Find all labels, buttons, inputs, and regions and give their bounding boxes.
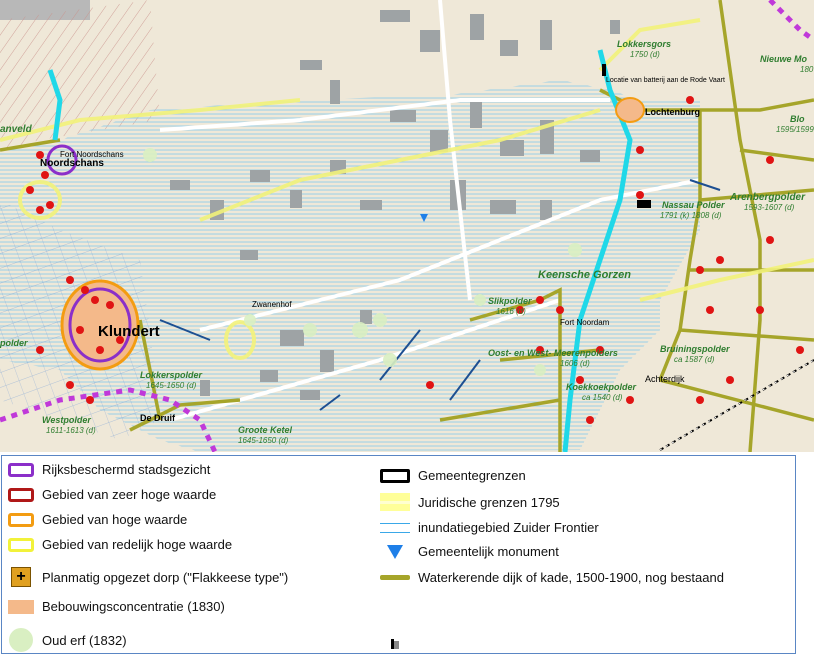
legend-item-stadsgezicht: Rijksbeschermd stadsgezicht — [8, 462, 210, 477]
map-panel[interactable]: Klundert Noordschans Fort Noordschans an… — [0, 0, 814, 452]
legend-item-gemeentelijk-monument: Gemeentelijk monument — [380, 544, 559, 559]
label-lokkersgors: Lokkersgors — [617, 39, 671, 49]
label-klundert: Klundert — [98, 323, 160, 340]
legend-label: Waterkerende dijk of kade, 1500-1900, no… — [418, 570, 724, 585]
label-slikpolder-year: 1616 (d) — [496, 307, 526, 316]
legend-label: Gebied van hoge waarde — [42, 512, 188, 527]
label-battery: Locatie van batterij aan de Rode Vaart — [606, 77, 725, 84]
legend-item-zeer-hoge-waarde: Gebied van zeer hoge waarde — [8, 487, 216, 502]
label-blo-year: 1595/1599 — [776, 125, 814, 134]
legend-label: inundatiegebied Zuider Frontier — [418, 520, 599, 535]
triangle-down-glyph — [387, 544, 403, 559]
legend-swatch-gemeentegrenzen — [380, 468, 410, 483]
legend-label: Gebied van zeer hoge waarde — [42, 487, 217, 502]
label-lokkerspolder: Lokkerspolder — [140, 370, 203, 380]
legend-label: Juridische grenzen 1795 — [418, 494, 560, 510]
label-slikpolder: Slikpolder — [488, 296, 532, 306]
legend-swatch-inundatiegebied — [380, 522, 410, 533]
label-nieuwe-mo: Nieuwe Mo — [760, 54, 808, 64]
legend-swatch-bebouwing — [8, 599, 34, 614]
legend-swatch-hoge-waarde — [8, 512, 34, 527]
legend-swatch-stadsgezicht — [8, 462, 34, 477]
map-canvas[interactable]: Klundert Noordschans Fort Noordschans an… — [0, 0, 814, 452]
label-arenbergpolder: Arenbergpolder — [729, 192, 806, 203]
legend-label: Oud erf (1832) — [42, 632, 127, 648]
legend-swatch-waterkerende-dijk — [380, 575, 410, 580]
cross-icon: + — [11, 567, 31, 587]
legend-item-oud-erf: Oud erf (1832) — [8, 628, 127, 652]
label-polder: polder — [0, 338, 28, 348]
legend-swatch-zeer-hoge-waarde — [8, 487, 34, 502]
label-noordschans: Noordschans — [40, 158, 104, 169]
label-oost-west-year: 1606 (d) — [560, 359, 590, 368]
legend-item-hoge-waarde: Gebied van hoge waarde — [8, 512, 187, 527]
legend-item-redelijk-hoge-waarde: Gebied van redelijk hoge waarde — [8, 537, 232, 552]
label-bruiningspolder-year: ca 1587 (d) — [674, 355, 715, 364]
legend-swatch-oud-erf — [9, 628, 33, 652]
legend-item-planmatig-dorp: + Planmatig opgezet dorp ("Flakkeese typ… — [8, 567, 288, 587]
label-keensche-gorzen: Keensche Gorzen — [538, 269, 631, 281]
label-groote-ketel-year: 1645-1650 (d) — [238, 436, 289, 445]
label-nassau-polder: Nassau Polder — [662, 200, 725, 210]
legend-item-juridische-grenzen: Juridische grenzen 1795 — [380, 493, 560, 511]
triangle-down-icon — [380, 544, 410, 559]
label-fort-noordam: Fort Noordam — [560, 318, 610, 327]
label-koekkoekpolder: Koekkoekpolder — [566, 382, 637, 392]
label-de-druif: De Druif — [140, 413, 176, 423]
legend-swatch-inner — [380, 500, 410, 504]
legend-label: Rijksbeschermd stadsgezicht — [42, 462, 211, 477]
tower-icon — [391, 639, 399, 649]
label-westpolder-year: 1611-1613 (d) — [46, 426, 96, 435]
label-lokkersgors-year: 1750 (d) — [630, 50, 660, 59]
legend-label: Gebied van redelijk hoge waarde — [42, 537, 233, 552]
legend-label: Gemeentegrenzen — [418, 468, 526, 483]
battery-marker — [602, 64, 606, 76]
label-anveld: anveld — [0, 124, 33, 135]
legend-label: Bebouwingsconcentratie (1830) — [42, 599, 225, 614]
legend-label: Planmatig opgezet dorp ("Flakkeese type"… — [42, 569, 289, 585]
label-koekkoekpolder-year: ca 1540 (d) — [582, 393, 623, 402]
label-nieuwe-mo-year: 180 — [800, 65, 814, 74]
legend-swatch-juridische-grenzen — [380, 493, 410, 511]
label-oost-west-meerenpolders: Oost- en West- Meerenpolders — [488, 348, 618, 358]
label-blo: Blo — [790, 114, 805, 124]
label-fort-noordschans: Fort Noordschans — [60, 150, 124, 159]
label-bruiningspolder: Bruiningspolder — [660, 344, 730, 354]
label-zwanenhof: Zwanenhof — [252, 300, 292, 309]
legend-item-inundatiegebied: inundatiegebied Zuider Frontier — [380, 520, 599, 535]
lochtenburg-area — [615, 97, 645, 123]
label-lokkerspolder-year: 1645-1650 (d) — [146, 381, 197, 390]
label-nassau-polder-year: 1791 (k) 1808 (d) — [660, 211, 722, 220]
legend-swatch-redelijk-hoge-waarde — [8, 537, 34, 552]
map-legend: Rijksbeschermd stadsgezicht Gebied van z… — [1, 455, 796, 654]
legend-item-bebouwing: Bebouwingsconcentratie (1830) — [8, 599, 225, 614]
label-groote-ketel: Groote Ketel — [238, 425, 293, 435]
legend-label: Gemeentelijk monument — [418, 544, 559, 559]
label-westpolder: Westpolder — [42, 415, 91, 425]
legend-item-waterkerende-dijk: Waterkerende dijk of kade, 1500-1900, no… — [380, 570, 724, 585]
label-arenbergpolder-year: 1593-1607 (d) — [744, 203, 795, 212]
nassau-marker — [637, 200, 651, 208]
label-lochtenburg: Lochtenburg — [645, 107, 700, 117]
legend-item-gemeentegrenzen: Gemeentegrenzen — [380, 468, 526, 483]
label-achterdijk: Achterdijk — [645, 374, 685, 384]
